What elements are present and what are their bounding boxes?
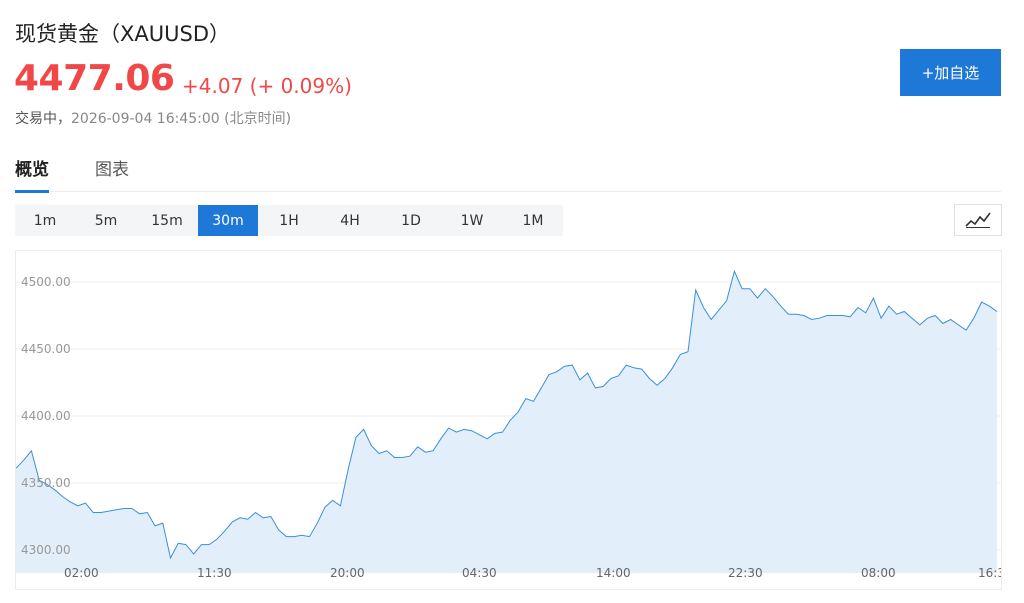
interval-15m[interactable]: 15m xyxy=(137,205,197,236)
y-tick-label: 4400.00 xyxy=(21,409,71,423)
tab-overview[interactable]: 概览 xyxy=(15,155,49,193)
trading-status: 交易中，2026-09-04 16:45:00 (北京时间) xyxy=(15,108,291,128)
add-to-watchlist-button[interactable]: +加自选 xyxy=(900,49,1001,96)
interval-30m[interactable]: 30m xyxy=(198,205,258,236)
x-tick-label: 20:00 xyxy=(330,566,365,580)
interval-4h[interactable]: 4H xyxy=(320,205,380,236)
tab-bar: 概览 图表 xyxy=(15,155,1001,193)
status-label: 交易中， xyxy=(15,111,71,127)
interval-1mo[interactable]: 1M xyxy=(503,205,563,236)
price-change: +4.07 (+ 0.09%) xyxy=(182,74,352,98)
x-tick-label: 02:00 xyxy=(64,566,99,580)
y-tick-label: 4500.00 xyxy=(21,275,71,289)
price-chart-svg: 4500.00 4450.00 4400.00 4350.00 4300.00 02:00… xyxy=(15,269,1005,580)
x-tick-label: 11:30 xyxy=(197,566,232,580)
x-tick-label: 14:00 xyxy=(596,566,631,580)
x-tick-label: 22:30 xyxy=(728,566,763,580)
x-tick-label: 16:3 xyxy=(978,566,1001,580)
current-price: 4477.06 xyxy=(14,58,175,99)
interval-1h[interactable]: 1H xyxy=(259,205,319,236)
x-tick-label: 08:00 xyxy=(861,566,896,580)
y-tick-label: 4450.00 xyxy=(21,342,71,356)
interval-1m[interactable]: 1m xyxy=(15,205,75,236)
instrument-title: 现货黄金（XAUUSD） xyxy=(15,22,230,46)
y-tick-label: 4350.00 xyxy=(21,476,71,490)
quote-timestamp: 2026-09-04 16:45:00 (北京时间) xyxy=(71,111,292,127)
line-chart-icon xyxy=(965,212,991,228)
interval-1w[interactable]: 1W xyxy=(442,205,502,236)
tab-chart[interactable]: 图表 xyxy=(95,155,129,190)
x-tick-label: 04:30 xyxy=(462,566,497,580)
chart-type-button[interactable] xyxy=(954,204,1002,236)
price-chart[interactable]: 4500.00 4450.00 4400.00 4350.00 4300.00 02:00… xyxy=(15,250,1005,590)
interval-1d[interactable]: 1D xyxy=(381,205,441,236)
y-tick-label: 4300.00 xyxy=(21,543,71,557)
interval-selector: 1m 5m 15m 30m 1H 4H 1D 1W 1M xyxy=(15,205,563,236)
interval-5m[interactable]: 5m xyxy=(76,205,136,236)
